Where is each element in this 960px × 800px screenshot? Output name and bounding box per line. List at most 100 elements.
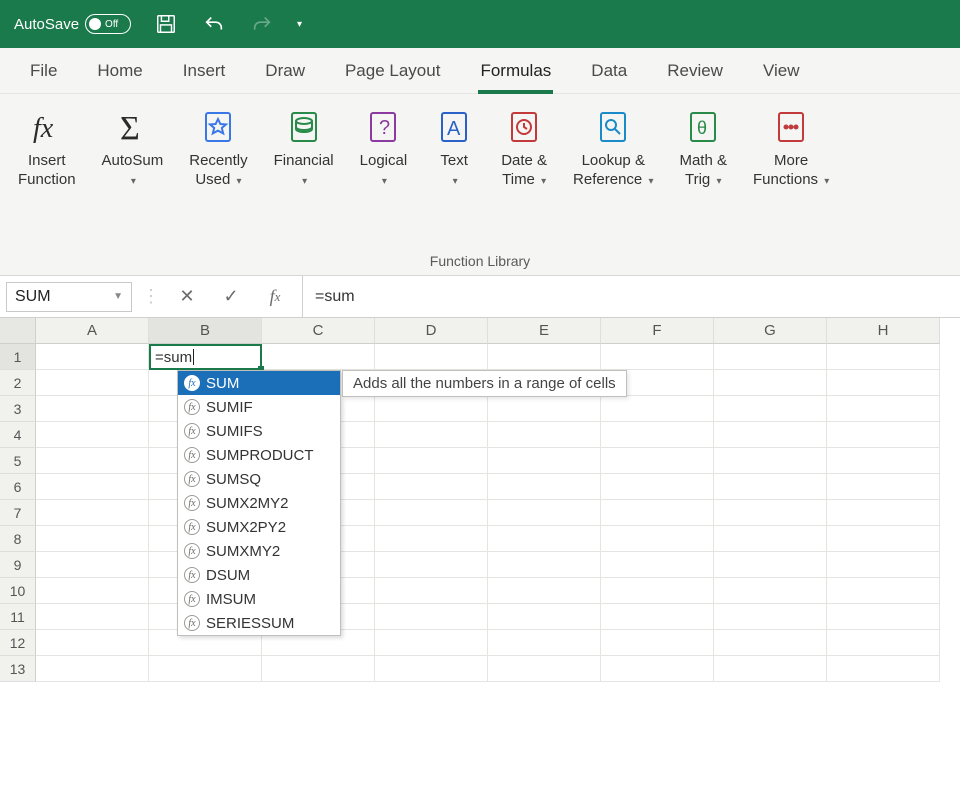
cell[interactable] [375, 604, 488, 630]
column-header[interactable]: B [149, 318, 262, 344]
row-header[interactable]: 7 [0, 500, 36, 526]
cell[interactable] [714, 656, 827, 682]
tab-review[interactable]: Review [667, 48, 723, 93]
more-functions-button[interactable]: More Functions ▾ [753, 106, 829, 190]
cell[interactable] [827, 604, 940, 630]
insert-function-button[interactable]: fx Insert Function [18, 106, 76, 190]
cell[interactable] [601, 526, 714, 552]
cell[interactable] [714, 474, 827, 500]
cell[interactable] [375, 552, 488, 578]
cell[interactable] [375, 526, 488, 552]
tab-draw[interactable]: Draw [265, 48, 305, 93]
undo-icon[interactable] [201, 11, 227, 37]
cell[interactable] [36, 500, 149, 526]
row-header[interactable]: 1 [0, 344, 36, 370]
cell[interactable] [36, 604, 149, 630]
active-cell[interactable]: =sum [149, 344, 262, 370]
autocomplete-item[interactable]: fxDSUM [178, 563, 340, 587]
cell[interactable] [488, 526, 601, 552]
chevron-down-icon[interactable]: ▼ [113, 291, 123, 302]
cell[interactable] [827, 552, 940, 578]
column-header[interactable]: F [601, 318, 714, 344]
cell[interactable] [601, 604, 714, 630]
save-icon[interactable] [153, 11, 179, 37]
cell[interactable] [827, 370, 940, 396]
cell[interactable] [375, 396, 488, 422]
autocomplete-item[interactable]: fxSUMIF [178, 395, 340, 419]
column-header[interactable]: G [714, 318, 827, 344]
row-header[interactable]: 10 [0, 578, 36, 604]
cell[interactable] [601, 656, 714, 682]
row-header[interactable]: 3 [0, 396, 36, 422]
column-header[interactable]: E [488, 318, 601, 344]
cell[interactable] [601, 422, 714, 448]
cell[interactable] [36, 526, 149, 552]
select-all-corner[interactable] [0, 318, 36, 344]
cell[interactable] [488, 344, 601, 370]
cancel-icon[interactable]: ✕ [170, 282, 204, 312]
cell[interactable] [375, 500, 488, 526]
cell[interactable] [601, 396, 714, 422]
formula-autocomplete[interactable]: fxSUMfxSUMIFfxSUMIFSfxSUMPRODUCTfxSUMSQf… [177, 370, 341, 636]
cell[interactable] [149, 656, 262, 682]
cell[interactable] [488, 656, 601, 682]
row-header[interactable]: 4 [0, 422, 36, 448]
cell[interactable] [601, 448, 714, 474]
date-time-button[interactable]: Date & Time ▾ [501, 106, 547, 190]
autocomplete-item[interactable]: fxSERIESSUM [178, 611, 340, 635]
cell[interactable] [375, 474, 488, 500]
cell[interactable] [827, 396, 940, 422]
cell[interactable] [827, 656, 940, 682]
row-header[interactable]: 9 [0, 552, 36, 578]
cell[interactable] [714, 500, 827, 526]
enter-icon[interactable]: ✓ [214, 282, 248, 312]
autocomplete-item[interactable]: fxSUMIFS [178, 419, 340, 443]
qat-customize-icon[interactable]: ▾ [297, 19, 302, 30]
column-header[interactable]: D [375, 318, 488, 344]
cell[interactable] [36, 474, 149, 500]
cell[interactable] [375, 422, 488, 448]
cell[interactable] [36, 656, 149, 682]
cell[interactable] [827, 500, 940, 526]
cell[interactable] [714, 526, 827, 552]
cell[interactable] [488, 500, 601, 526]
cell[interactable] [488, 578, 601, 604]
autocomplete-item[interactable]: fxIMSUM [178, 587, 340, 611]
fx-icon[interactable]: fx [258, 282, 292, 312]
cell[interactable] [488, 604, 601, 630]
cell[interactable] [36, 630, 149, 656]
cell[interactable] [488, 630, 601, 656]
row-header[interactable]: 13 [0, 656, 36, 682]
cell[interactable] [827, 578, 940, 604]
column-header[interactable]: C [262, 318, 375, 344]
recently-used-button[interactable]: Recently Used ▾ [189, 106, 247, 190]
cell[interactable] [488, 422, 601, 448]
cell[interactable] [601, 474, 714, 500]
financial-button[interactable]: Financial▾ [274, 106, 334, 190]
cell[interactable] [714, 448, 827, 474]
cell[interactable] [827, 422, 940, 448]
cell[interactable] [488, 474, 601, 500]
cell[interactable] [601, 344, 714, 370]
tab-insert[interactable]: Insert [183, 48, 226, 93]
cell[interactable] [36, 578, 149, 604]
cell[interactable] [827, 448, 940, 474]
cell[interactable] [375, 344, 488, 370]
cell[interactable] [714, 604, 827, 630]
cell[interactable] [488, 552, 601, 578]
cell[interactable] [601, 552, 714, 578]
tab-home[interactable]: Home [97, 48, 142, 93]
formula-input[interactable]: =sum [302, 276, 954, 317]
math-trig-button[interactable]: θ Math & Trig ▾ [679, 106, 727, 190]
cell[interactable] [375, 656, 488, 682]
cell[interactable] [714, 370, 827, 396]
cell[interactable] [375, 578, 488, 604]
autocomplete-item[interactable]: fxSUMX2MY2 [178, 491, 340, 515]
cell[interactable] [601, 578, 714, 604]
cell[interactable] [36, 344, 149, 370]
column-header[interactable]: A [36, 318, 149, 344]
tab-view[interactable]: View [763, 48, 800, 93]
lookup-reference-button[interactable]: Lookup & Reference ▾ [573, 106, 653, 190]
logical-button[interactable]: ? Logical▾ [360, 106, 408, 190]
cell[interactable] [827, 526, 940, 552]
